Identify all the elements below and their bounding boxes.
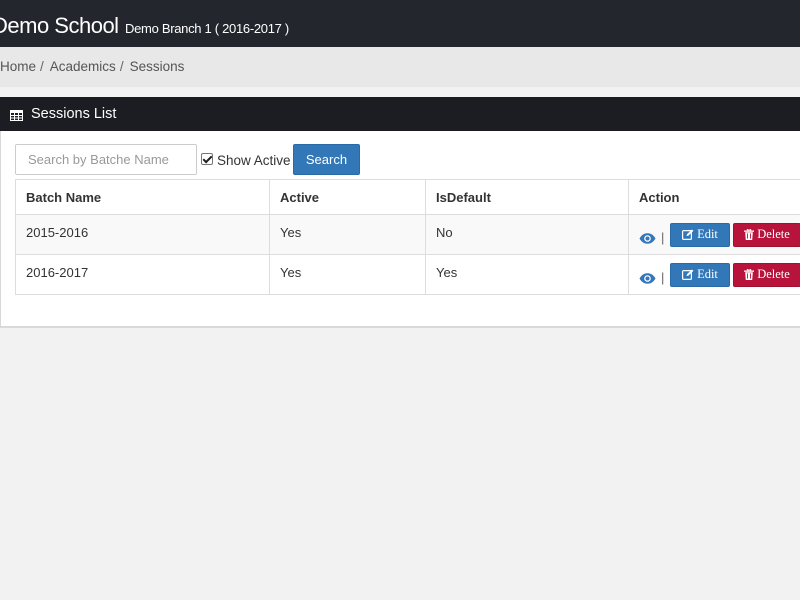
edit-button[interactable]: Edit	[670, 263, 730, 287]
cell-active: Yes	[269, 214, 426, 255]
top-navbar: Demo School Demo Branch 1 ( 2016-2017 )	[0, 0, 800, 47]
table-header-row: Batch Name Active IsDefault Action	[15, 179, 800, 215]
breadcrumb: Home / Academics / Sessions	[0, 47, 800, 87]
delete-button[interactable]: Delete	[733, 263, 800, 287]
panel-title: Sessions List	[31, 106, 117, 122]
search-input[interactable]	[15, 144, 197, 175]
school-name: Demo School	[0, 13, 119, 38]
cell-actions: | Edit Delete	[628, 214, 800, 255]
cell-batch-name: 2016-2017	[15, 254, 270, 295]
search-button[interactable]: Search	[293, 144, 360, 175]
breadcrumb-home[interactable]: Home	[0, 59, 36, 74]
show-active-label[interactable]: Show Active	[217, 153, 291, 168]
trash-icon	[744, 268, 755, 280]
breadcrumb-sessions: Sessions	[129, 59, 185, 74]
table-icon	[10, 108, 23, 126]
branch-name: Demo Branch 1 ( 2016-2017 )	[125, 21, 289, 36]
table-row: 2016-2017 Yes Yes | Edit Delete	[15, 254, 800, 295]
cell-isdefault: Yes	[425, 254, 629, 295]
eye-icon[interactable]	[639, 232, 656, 247]
cell-isdefault: No	[425, 214, 629, 255]
action-separator: |	[661, 230, 665, 245]
breadcrumb-separator: /	[119, 59, 124, 74]
table-row: 2015-2016 Yes No | Edit Delete	[15, 214, 800, 255]
edit-icon	[682, 229, 694, 240]
show-active-checkbox[interactable]	[201, 153, 213, 165]
column-header-active[interactable]: Active	[269, 179, 426, 215]
action-separator: |	[661, 270, 665, 285]
delete-button[interactable]: Delete	[733, 223, 800, 247]
sessions-panel: Sessions List Show Active Search Batch N…	[0, 97, 800, 328]
cell-active: Yes	[269, 254, 426, 295]
breadcrumb-academics[interactable]: Academics	[50, 59, 116, 74]
edit-button[interactable]: Edit	[670, 223, 730, 247]
edit-label: Edit	[697, 266, 718, 281]
brand[interactable]: Demo School Demo Branch 1 ( 2016-2017 )	[0, 13, 289, 39]
column-header-batch-name[interactable]: Batch Name	[15, 179, 270, 215]
column-header-isdefault[interactable]: IsDefault	[425, 179, 629, 215]
column-header-action: Action	[628, 179, 800, 215]
trash-icon	[744, 228, 755, 240]
edit-label: Edit	[697, 226, 718, 241]
breadcrumb-separator: /	[40, 59, 44, 74]
delete-label: Delete	[757, 266, 790, 281]
cell-actions: | Edit Delete	[628, 254, 800, 295]
cell-batch-name: 2015-2016	[15, 214, 270, 255]
panel-heading: Sessions List	[0, 97, 800, 131]
delete-label: Delete	[757, 226, 790, 241]
edit-icon	[682, 269, 694, 280]
sessions-table: Batch Name Active IsDefault Action 2015-…	[15, 179, 800, 295]
eye-icon[interactable]	[639, 272, 656, 287]
